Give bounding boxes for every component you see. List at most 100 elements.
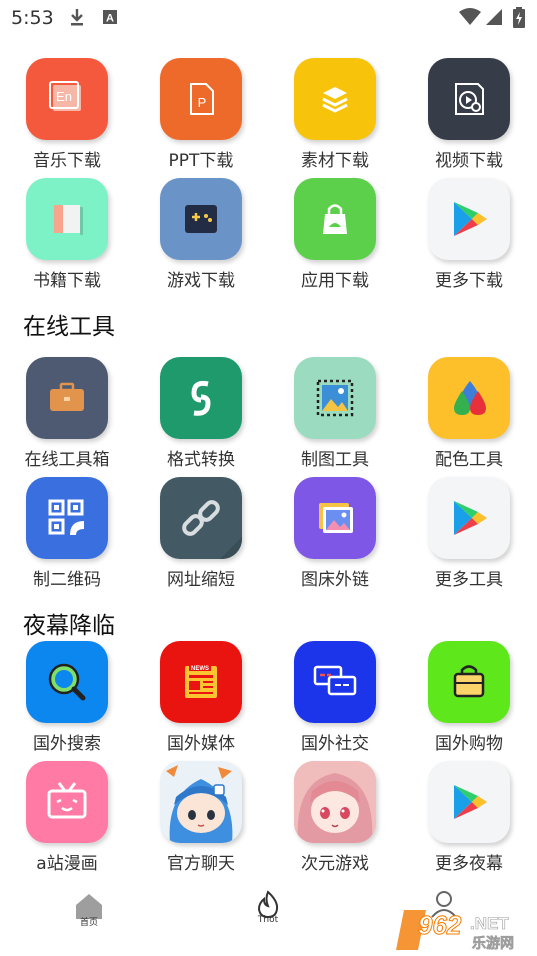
app-color-tool[interactable]: 配色工具 <box>402 357 536 477</box>
app-label: 国外社交 <box>301 734 369 754</box>
download-icon <box>68 7 86 27</box>
app-label: 国外购物 <box>435 734 503 754</box>
search-icon <box>26 641 108 723</box>
app-label: 书籍下载 <box>33 271 101 291</box>
svg-text:P: P <box>198 95 207 110</box>
app-label: 配色工具 <box>435 450 503 470</box>
a-badge-icon: A <box>102 7 118 27</box>
nav-hot[interactable]: Thot <box>238 889 298 937</box>
video-icon <box>428 58 510 140</box>
play-store-icon <box>428 178 510 260</box>
watermark-suffix: .NET <box>470 914 509 933</box>
gamepad-icon <box>160 178 242 260</box>
news-icon: NEWS <box>160 641 242 723</box>
svg-text:A: A <box>106 13 114 25</box>
section-title-tools: 在线工具 <box>23 314 115 340</box>
app-video-download[interactable]: 视频下载 <box>402 58 536 178</box>
music-en-icon: En <box>26 58 108 140</box>
shopping-bag-icon <box>294 178 376 260</box>
grid-row: 国外搜索 NEWS 国外媒体 国外社交 国外购物 <box>0 641 537 761</box>
app-make-qrcode[interactable]: 制二维码 <box>0 477 134 597</box>
app-music-download[interactable]: En 音乐下载 <box>0 58 134 178</box>
app-label: a站漫画 <box>36 854 98 874</box>
layers-icon <box>294 58 376 140</box>
app-label: 次元游戏 <box>301 854 369 874</box>
bag-icon <box>428 641 510 723</box>
status-bar: 5:53 A <box>0 0 537 36</box>
app-foreign-search[interactable]: 国外搜索 <box>0 641 134 761</box>
app-acfun-comics[interactable]: a站漫画 <box>0 761 134 881</box>
download-grid: En 音乐下载 P PPT下载 素材下载 视频下载 书籍下载 游戏下载 应用下载… <box>0 58 537 298</box>
gallery-icon <box>294 477 376 559</box>
app-app-download[interactable]: 应用下载 <box>268 178 402 298</box>
grid-row: 制二维码 网址缩短 图床外链 更多工具 <box>0 477 537 597</box>
ppt-icon: P <box>160 58 242 140</box>
svg-text:NEWS: NEWS <box>191 666 209 672</box>
app-label: PPT下载 <box>168 151 234 171</box>
app-url-shorten[interactable]: 网址缩短 <box>134 477 268 597</box>
app-online-toolbox[interactable]: 在线工具箱 <box>0 357 134 477</box>
app-label: 视频下载 <box>435 151 503 171</box>
app-foreign-social[interactable]: 国外社交 <box>268 641 402 761</box>
app-more-download[interactable]: 更多下载 <box>402 178 536 298</box>
battery-icon <box>512 7 526 28</box>
grid-row: a站漫画 官方聊天 次元游戏 更多夜幕 <box>0 761 537 881</box>
app-label: 更多下载 <box>435 271 503 291</box>
toolbox-icon <box>26 357 108 439</box>
signal-icon <box>484 7 504 27</box>
app-more-night[interactable]: 更多夜幕 <box>402 761 536 881</box>
watermark-brand: 962 <box>418 910 462 940</box>
app-game-download[interactable]: 游戏下载 <box>134 178 268 298</box>
tv-icon <box>26 761 108 843</box>
app-label: 格式转换 <box>167 450 235 470</box>
grid-row: 书籍下载 游戏下载 应用下载 更多下载 <box>0 178 537 298</box>
nav-home-label: 首页 <box>79 918 98 928</box>
app-more-tools[interactable]: 更多工具 <box>402 477 536 597</box>
app-label: 更多夜幕 <box>435 854 503 874</box>
app-label: 更多工具 <box>435 570 503 590</box>
play-store-icon <box>428 761 510 843</box>
anime-avatar-icon <box>160 761 242 843</box>
app-label: 素材下载 <box>301 151 369 171</box>
night-grid: 国外搜索 NEWS 国外媒体 国外社交 国外购物 a站漫画 官方聊天 次元游戏 … <box>0 641 537 881</box>
qrcode-icon <box>26 477 108 559</box>
app-image-hosting[interactable]: 图床外链 <box>268 477 402 597</box>
app-foreign-media[interactable]: NEWS 国外媒体 <box>134 641 268 761</box>
grid-row: 在线工具箱 格式转换 制图工具 配色工具 <box>0 357 537 477</box>
site-watermark: 962 .NET 乐游网 <box>396 904 531 952</box>
grid-row: En 音乐下载 P PPT下载 素材下载 视频下载 <box>0 58 537 178</box>
app-official-chat[interactable]: 官方聊天 <box>134 761 268 881</box>
app-label: 音乐下载 <box>33 151 101 171</box>
app-book-download[interactable]: 书籍下载 <box>0 178 134 298</box>
section-title-night: 夜幕降临 <box>23 613 115 639</box>
svg-text:En: En <box>56 89 72 104</box>
watermark-subtitle: 乐游网 <box>472 935 514 952</box>
app-material-download[interactable]: 素材下载 <box>268 58 402 178</box>
nav-home[interactable]: 首页 <box>59 889 119 937</box>
app-format-convert[interactable]: 格式转换 <box>134 357 268 477</box>
app-label: 制图工具 <box>301 450 369 470</box>
app-label: 在线工具箱 <box>24 450 110 470</box>
app-label: 国外搜索 <box>33 734 101 754</box>
color-drops-icon <box>428 357 510 439</box>
app-label: 官方聊天 <box>167 854 235 874</box>
chat-icon <box>294 641 376 723</box>
app-drawing-tool[interactable]: 制图工具 <box>268 357 402 477</box>
play-store-icon <box>428 477 510 559</box>
nav-hot-label: Thot <box>257 915 279 925</box>
app-label: 图床外链 <box>301 570 369 590</box>
image-frame-icon <box>294 357 376 439</box>
app-dimension-games[interactable]: 次元游戏 <box>268 761 402 881</box>
tools-grid: 在线工具箱 格式转换 制图工具 配色工具 制二维码 网址缩短 图床外链 更多工具 <box>0 357 537 597</box>
book-icon <box>26 178 108 260</box>
app-label: 网址缩短 <box>167 570 235 590</box>
app-label: 国外媒体 <box>167 734 235 754</box>
anime-girl-icon <box>294 761 376 843</box>
wifi-icon <box>458 7 482 27</box>
app-ppt-download[interactable]: P PPT下载 <box>134 58 268 178</box>
app-foreign-shopping[interactable]: 国外购物 <box>402 641 536 761</box>
link-icon <box>160 477 242 559</box>
convert-icon <box>160 357 242 439</box>
app-label: 制二维码 <box>33 570 101 590</box>
status-time: 5:53 <box>11 7 54 29</box>
